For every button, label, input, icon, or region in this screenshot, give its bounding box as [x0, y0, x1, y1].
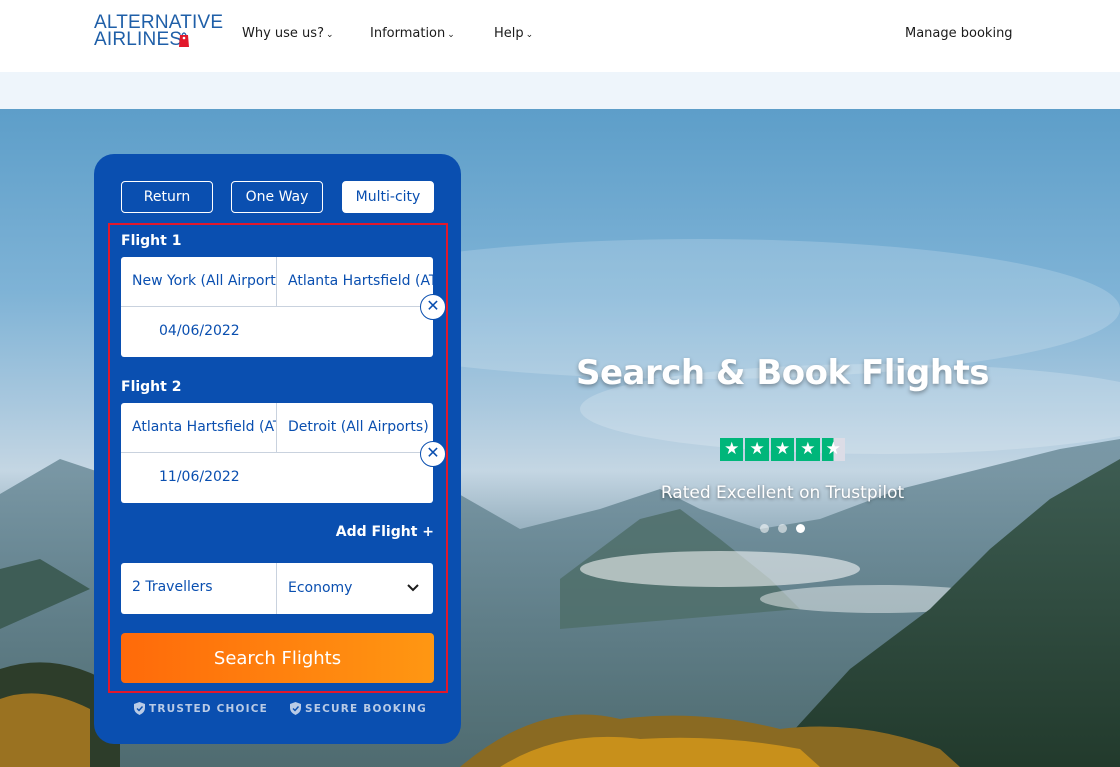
- flight-2-origin-input[interactable]: Atlanta Hartsfield (ATL): [121, 403, 277, 453]
- flight-2-destination-input[interactable]: Detroit (All Airports): [277, 403, 433, 453]
- manage-booking-link[interactable]: Manage booking: [905, 26, 1013, 41]
- flight-2-label: Flight 2: [121, 379, 182, 395]
- trip-type-multi-city-button[interactable]: Multi-city: [342, 181, 434, 213]
- nav-help[interactable]: Help ⌄: [494, 26, 533, 41]
- secure-booking-badge: SECURE BOOKING: [290, 702, 427, 715]
- nav-help-label: Help: [494, 26, 524, 41]
- close-icon: ✕: [426, 296, 440, 315]
- flight-1-date-input[interactable]: 04/06/2022: [121, 307, 433, 357]
- header-banner-strip: [0, 72, 1120, 109]
- hero-title: Search & Book Flights: [575, 353, 990, 393]
- chevron-down-icon: ⌄: [325, 29, 334, 40]
- logo-text-line2: AIRLINES: [94, 29, 183, 50]
- site-header: ALTERNATIVE AIRLINES Why use us? ⌄ Infor…: [0, 0, 1120, 72]
- nav-why-use-us[interactable]: Why use us? ⌄: [242, 26, 334, 41]
- secure-booking-label: SECURE BOOKING: [305, 702, 427, 715]
- trip-type-return-button[interactable]: Return: [121, 181, 213, 213]
- alternative-airlines-logo[interactable]: ALTERNATIVE AIRLINES: [94, 13, 223, 54]
- nav-why-use-us-label: Why use us?: [242, 26, 324, 41]
- shield-check-icon: [290, 702, 301, 715]
- carousel-dots: [760, 524, 805, 533]
- chevron-down-icon: [407, 584, 419, 592]
- chevron-down-icon: ⌄: [525, 29, 534, 40]
- close-icon: ✕: [426, 443, 440, 462]
- luggage-tag-icon: [179, 32, 189, 47]
- flight-1-card: New York (All Airports) Atlanta Hartsfie…: [121, 257, 433, 357]
- carousel-dot-active[interactable]: [796, 524, 805, 533]
- star-icon: ★: [796, 438, 820, 461]
- flight-2-date-input[interactable]: 11/06/2022: [121, 453, 433, 503]
- star-icon: ★: [720, 438, 744, 461]
- travellers-selector[interactable]: 2 Travellers: [121, 563, 277, 614]
- trustpilot-rating-text: Rated Excellent on Trustpilot: [660, 483, 905, 503]
- cabin-class-value: Economy: [288, 580, 353, 596]
- chevron-down-icon: ⌄: [447, 29, 455, 40]
- remove-flight-2-button[interactable]: ✕: [420, 441, 446, 467]
- nav-information[interactable]: Information ⌄: [370, 26, 455, 41]
- flight-1-destination-input[interactable]: Atlanta Hartsfield (ATL): [277, 257, 433, 307]
- flight-search-panel: Return One Way Multi-city Flight 1 New Y…: [94, 154, 461, 744]
- nav-information-label: Information: [370, 26, 446, 41]
- shield-check-icon: [134, 702, 145, 715]
- carousel-dot[interactable]: [778, 524, 787, 533]
- trip-type-one-way-button[interactable]: One Way: [231, 181, 323, 213]
- flight-1-origin-input[interactable]: New York (All Airports): [121, 257, 277, 307]
- trusted-choice-label: TRUSTED CHOICE: [149, 702, 269, 715]
- trustpilot-stars: ★ ★ ★ ★ ★: [720, 438, 845, 461]
- cabin-class-select[interactable]: Economy: [277, 563, 433, 614]
- travellers-cabin-row: 2 Travellers Economy: [121, 563, 433, 614]
- half-star-icon: ★: [821, 438, 845, 461]
- star-icon: ★: [770, 438, 795, 461]
- remove-flight-1-button[interactable]: ✕: [420, 294, 446, 320]
- trusted-choice-badge: TRUSTED CHOICE: [134, 702, 268, 715]
- carousel-dot[interactable]: [760, 524, 769, 533]
- add-flight-button[interactable]: Add Flight +: [334, 524, 434, 540]
- flight-2-card: Atlanta Hartsfield (ATL) Detroit (All Ai…: [121, 403, 433, 503]
- star-icon: ★: [745, 438, 769, 461]
- search-flights-button[interactable]: Search Flights: [121, 633, 434, 683]
- flight-1-label: Flight 1: [121, 233, 182, 249]
